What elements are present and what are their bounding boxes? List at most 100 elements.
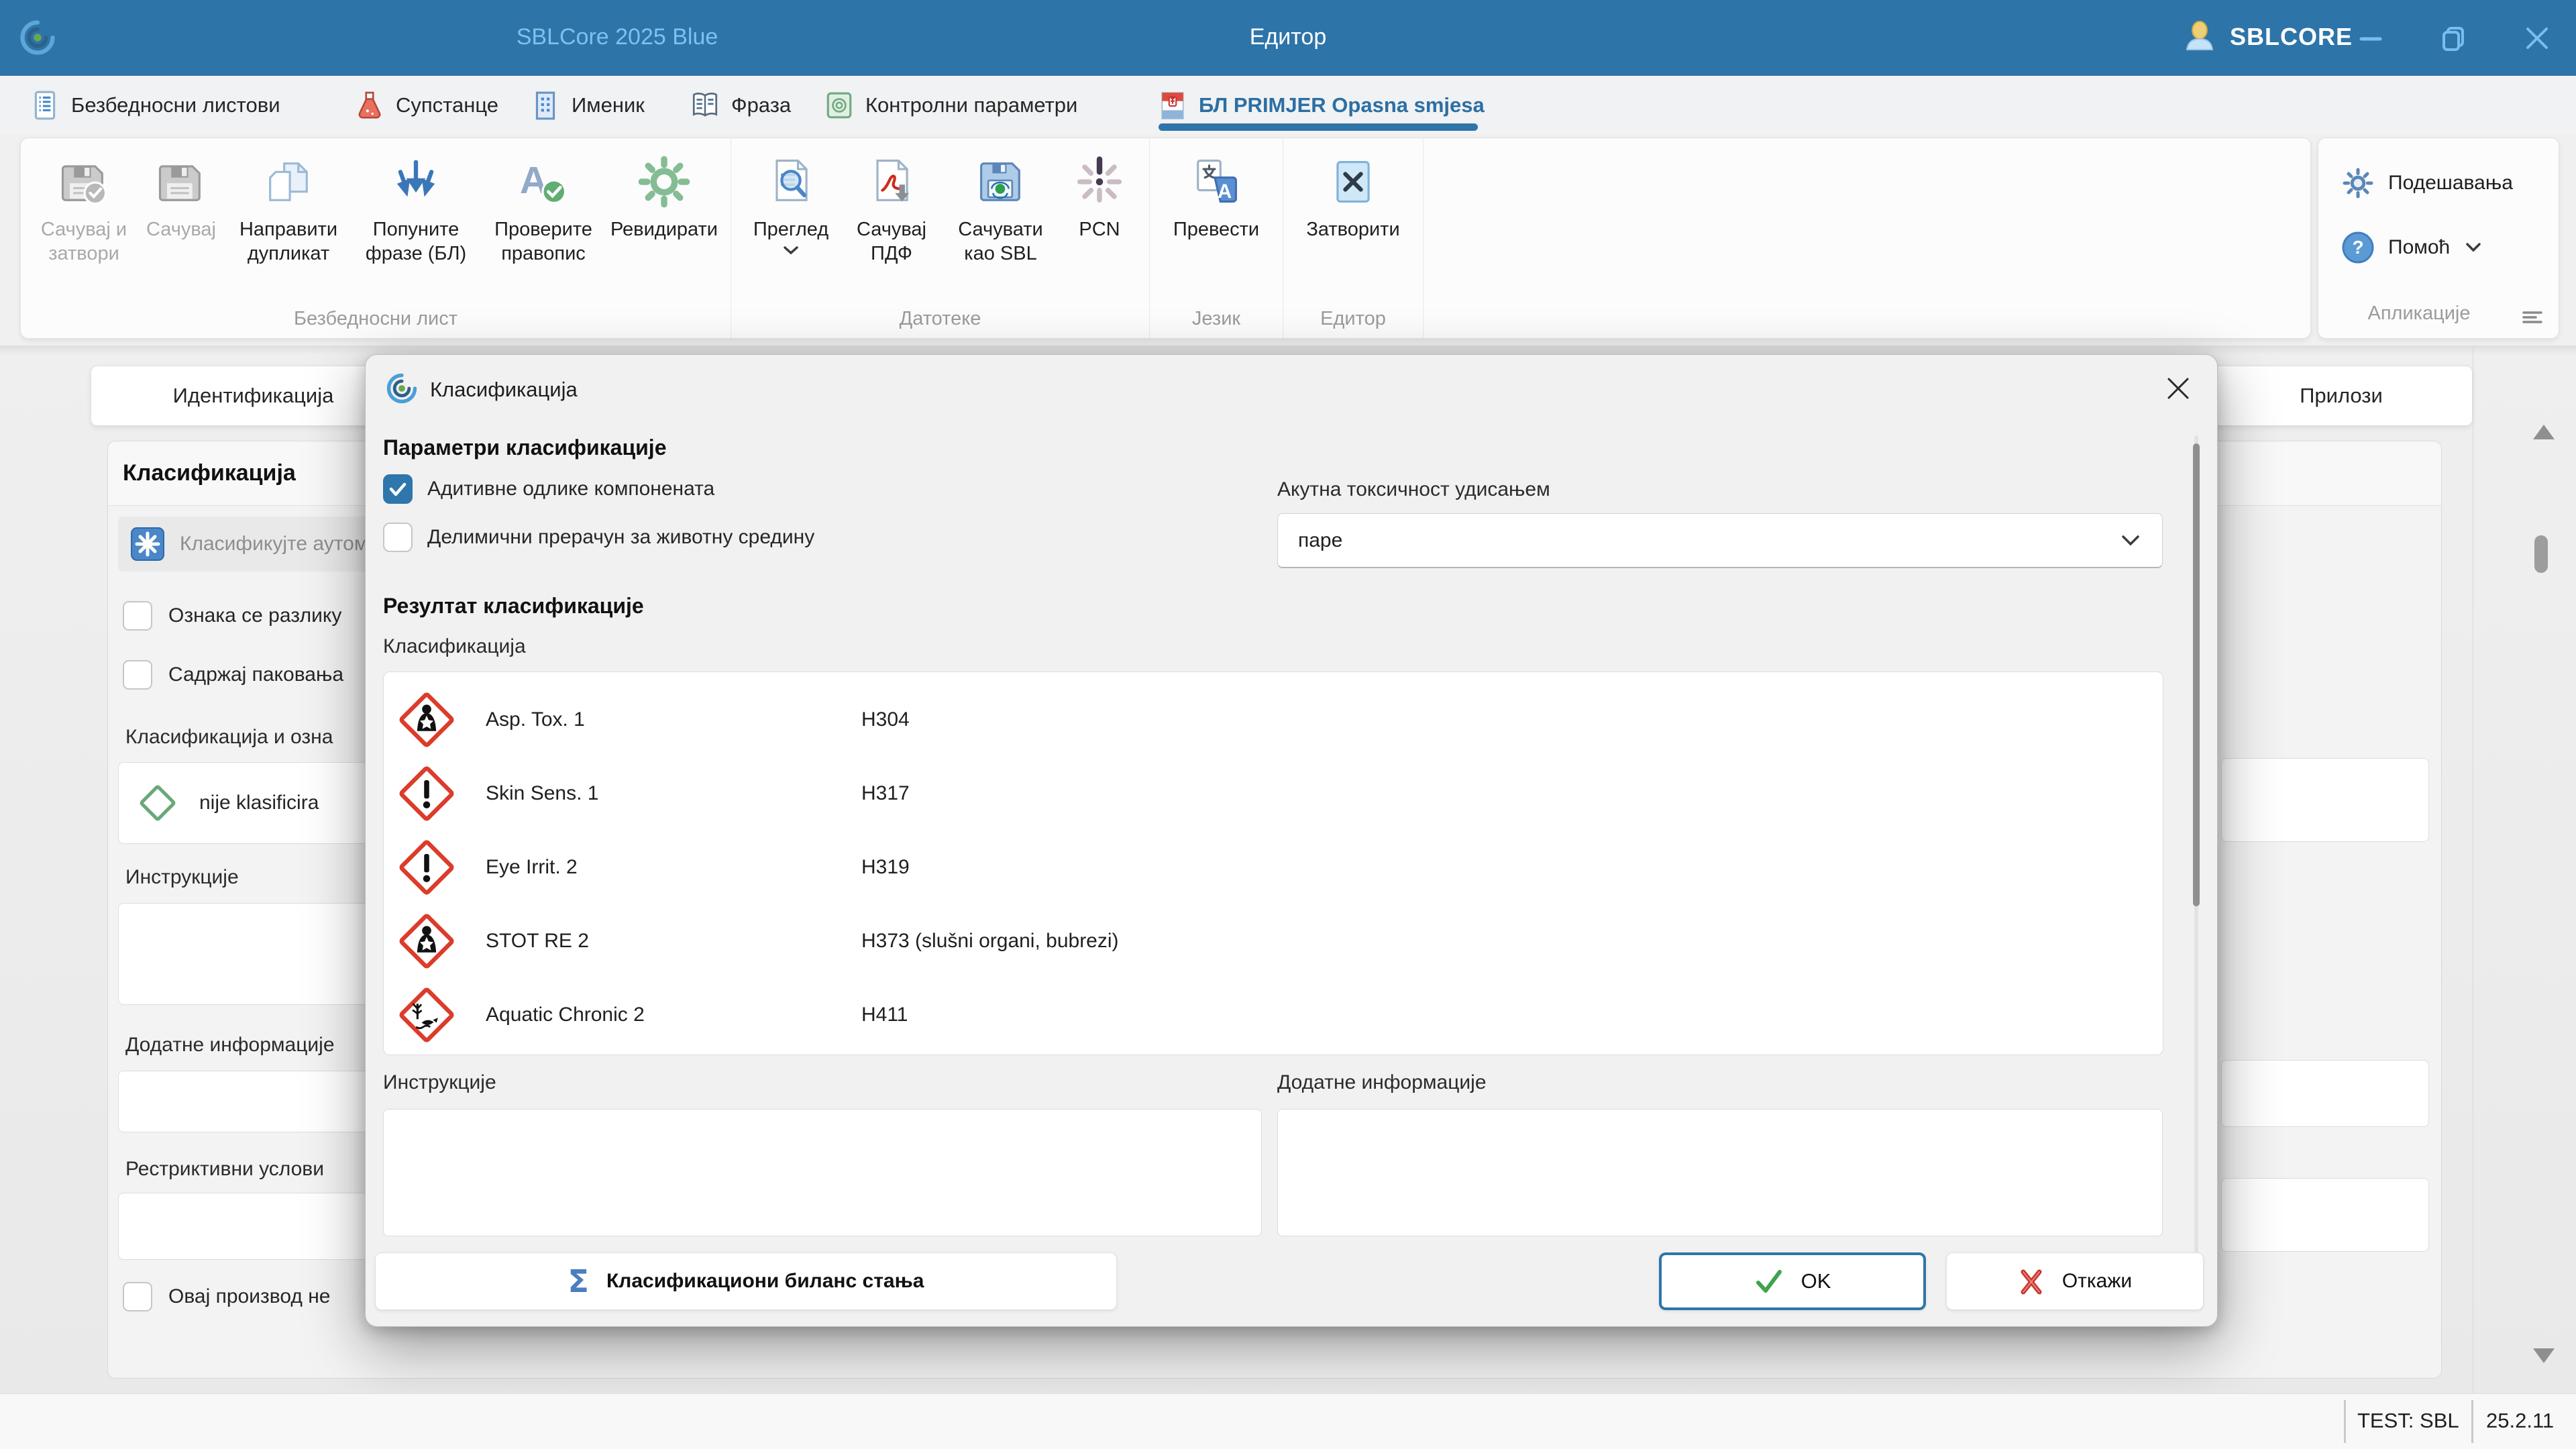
- scroll-up-arrow[interactable]: [2533, 425, 2555, 439]
- checkbox[interactable]: [123, 1282, 152, 1311]
- account-button[interactable]: SBLCORE: [2182, 19, 2353, 55]
- settings-label: Подешавања: [2388, 172, 2513, 195]
- red-x-icon: [2018, 1268, 2045, 1295]
- help-question-icon: ?: [2341, 231, 2375, 264]
- ribbon-button-label: Проверите правопис: [484, 217, 603, 266]
- translate-button[interactable]: A Превести: [1159, 148, 1273, 247]
- tab-control-parameters[interactable]: Контролни параметри: [824, 76, 1077, 134]
- save-close-icon: [55, 153, 113, 211]
- tab-document-bl-primjer[interactable]: БЛ PRIMJER Opasna smjesa: [1157, 76, 1485, 134]
- window-maximize-button[interactable]: [2434, 20, 2474, 56]
- scrollbar-thumb[interactable]: [2534, 535, 2548, 573]
- additive-checkbox-row[interactable]: Адитивне одлике компонената: [383, 474, 714, 504]
- cancel-button[interactable]: Откажи: [1946, 1252, 2204, 1310]
- ribbon-button-label: Превести: [1173, 217, 1259, 241]
- scroll-down-arrow[interactable]: [2533, 1348, 2555, 1363]
- right-form-field[interactable]: [2221, 1060, 2429, 1127]
- close-editor-button[interactable]: Затворити: [1293, 148, 1413, 247]
- dialog-logo-icon: [384, 371, 419, 406]
- auto-classify-label: Класификујте аутом: [180, 533, 368, 555]
- safety-sheets-icon: [30, 90, 60, 121]
- chevron-down-icon: [2463, 241, 2483, 254]
- acute-toxicity-select[interactable]: паре: [1277, 513, 2163, 568]
- right-form-field[interactable]: [2221, 1178, 2429, 1252]
- checkbox-label: Делимични прерачун за животну средину: [427, 526, 814, 549]
- classification-balance-button[interactable]: Σ Класификациони биланс стања: [375, 1252, 1117, 1310]
- checkbox-checked[interactable]: [383, 474, 413, 504]
- classification-list-label: Класификација: [383, 635, 526, 658]
- pcn-button[interactable]: PCN: [1059, 148, 1140, 247]
- tab-directory[interactable]: Именик: [530, 76, 645, 134]
- revise-button[interactable]: Ревидирати: [607, 148, 721, 247]
- status-version: 25.2.11: [2486, 1409, 2554, 1433]
- ghs08-health-hazard-icon: [398, 913, 455, 969]
- ribbon-group-files: Преглед Сачувај ПДФ Сачувати као SBL: [731, 138, 1149, 338]
- settings-button[interactable]: Подешавања: [2341, 166, 2513, 200]
- additional-info-field[interactable]: [1277, 1109, 2163, 1236]
- hazard-class-name: STOT RE 2: [486, 930, 861, 953]
- dialog-close-button[interactable]: [2162, 372, 2194, 405]
- classification-row[interactable]: Asp. Tox. 1 H304: [384, 683, 2163, 757]
- ribbon-main-panel: Сачувај и затвори Сачувај Направити дупл…: [20, 138, 2311, 339]
- page-tab-attachments[interactable]: Прилози: [2210, 366, 2473, 426]
- tab-safety-sheets[interactable]: Безбедносни листови: [30, 76, 280, 134]
- help-label: Помоћ: [2388, 236, 2450, 259]
- ribbon-group-label: Едитор: [1293, 307, 1413, 335]
- checkbox-label: Садржај паковања: [168, 663, 343, 686]
- p-codes-field[interactable]: [383, 1109, 1262, 1236]
- chevron-down-icon: [782, 244, 800, 256]
- classification-row[interactable]: Skin Sens. 1 H317: [384, 757, 2163, 830]
- checkbox[interactable]: [123, 660, 152, 690]
- save-sbl-icon: [972, 153, 1030, 211]
- checkbox-product-not[interactable]: Овај производ не: [123, 1282, 330, 1311]
- hazard-class-name: Eye Irrit. 2: [486, 856, 861, 879]
- ribbon-button-label: Попуните фразе (БЛ): [356, 217, 476, 266]
- window-close-button[interactable]: [2517, 20, 2557, 56]
- checkbox[interactable]: [383, 523, 413, 552]
- classification-row[interactable]: Aquatic Chronic 2 H411: [384, 978, 2163, 1052]
- button-label: Класификациони биланс стања: [606, 1270, 924, 1293]
- menu-lines-icon[interactable]: [2521, 307, 2544, 327]
- tab-substances[interactable]: Супстанце: [354, 76, 498, 134]
- spellcheck-icon: A: [515, 153, 572, 211]
- select-value: паре: [1298, 529, 1342, 552]
- right-form-field[interactable]: [2221, 758, 2429, 842]
- account-label: SBLCORE: [2230, 23, 2353, 51]
- window-minimize-button[interactable]: [2351, 20, 2391, 56]
- additional-info-label: Додатне информације: [125, 1034, 335, 1057]
- tab-label: Фраза: [731, 93, 791, 117]
- classification-row[interactable]: Eye Irrit. 2 H319: [384, 830, 2163, 904]
- ribbon-group-label: Безбедносни лист: [30, 307, 721, 335]
- dialog-scrollbar-thumb[interactable]: [2193, 443, 2200, 906]
- checkbox-package-contents[interactable]: Садржај паковања: [123, 660, 343, 690]
- save-pdf-button[interactable]: Сачувај ПДФ: [841, 148, 942, 272]
- tab-label: Безбедносни листови: [71, 93, 280, 117]
- checkbox-label: Ознака се разлику: [168, 604, 341, 627]
- auto-classify-icon: [130, 527, 165, 561]
- checkbox-label: Овај производ не: [168, 1285, 330, 1308]
- help-button[interactable]: ? Помоћ: [2341, 231, 2483, 264]
- p-codes-list: [384, 1110, 1261, 1134]
- partial-checkbox-row[interactable]: Делимични прерачун за животну средину: [383, 523, 814, 552]
- ribbon-empty-space: [1423, 138, 2310, 338]
- spellcheck-button[interactable]: A Проверите правопис: [480, 148, 607, 272]
- save-icon: [152, 153, 210, 211]
- checkbox[interactable]: [123, 601, 152, 631]
- titlebar: SBLCore 2025 Blue Едитор SBLCORE: [0, 0, 2576, 76]
- save-and-close-button[interactable]: Сачувај и затвори: [30, 148, 138, 272]
- chevron-down-icon: [2119, 533, 2142, 548]
- fill-phrases-button[interactable]: Попуните фразе (БЛ): [352, 148, 480, 272]
- checkbox-mark-differs[interactable]: Ознака се разлику: [123, 601, 341, 631]
- preview-button[interactable]: Преглед: [741, 148, 841, 262]
- ribbon-button-label: Затворити: [1306, 217, 1399, 241]
- ok-button[interactable]: OK: [1659, 1252, 1926, 1310]
- save-button[interactable]: Сачувај: [138, 148, 225, 247]
- hazard-statement-code: H373 (slušni organi, bubrezi): [861, 930, 1119, 953]
- tab-phrase[interactable]: Фраза: [690, 76, 791, 134]
- close-doc-icon: [1324, 153, 1382, 211]
- save-as-sbl-button[interactable]: Сачувати као SBL: [942, 148, 1059, 272]
- pcn-icon: [1071, 153, 1128, 211]
- classification-row[interactable]: STOT RE 2 H373 (slušni organi, bubrezi): [384, 904, 2163, 978]
- duplicate-button[interactable]: Направити дупликат: [225, 148, 352, 272]
- ghs07-exclamation-icon: [398, 839, 455, 896]
